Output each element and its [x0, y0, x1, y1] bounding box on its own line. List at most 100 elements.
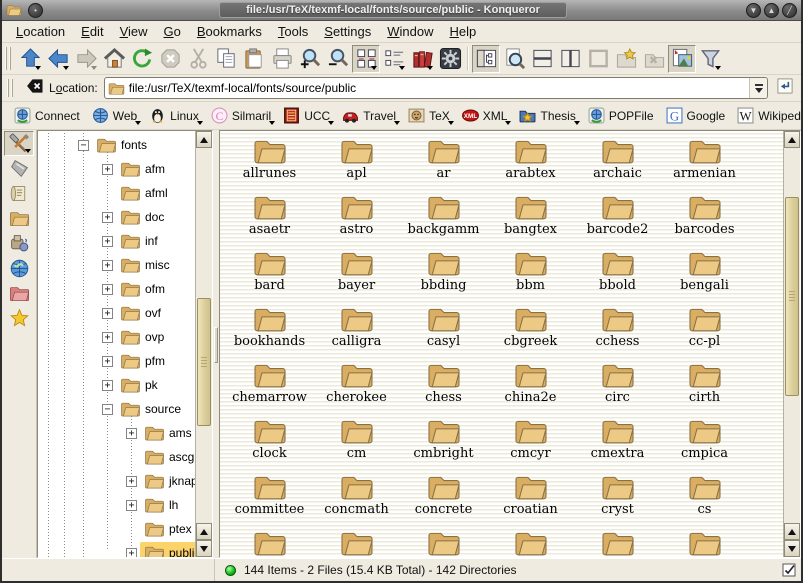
main-scroll-up2-button[interactable]: [784, 523, 800, 540]
close-button[interactable]: ╱: [782, 3, 797, 18]
bookmark-item-popfile[interactable]: POPFile: [582, 104, 660, 127]
folder-item-partial[interactable]: [661, 527, 748, 557]
folder-item-bengali[interactable]: bengali: [661, 247, 748, 303]
tree-item-inf[interactable]: +inf: [38, 229, 195, 253]
folder-item-partial[interactable]: [574, 527, 661, 557]
tree-label-row[interactable]: ofm: [116, 278, 169, 300]
locationbar-grip[interactable]: [7, 79, 15, 97]
icon-view-button[interactable]: [352, 45, 380, 73]
tree-label-row[interactable]: ptex: [140, 518, 195, 540]
tree-label-row[interactable]: ovf: [116, 302, 165, 324]
menu-tools[interactable]: Tools: [270, 22, 316, 41]
tree-expander-expand[interactable]: +: [102, 356, 113, 367]
tree-label-row[interactable]: public: [140, 542, 195, 557]
minimize-button[interactable]: ▼: [746, 3, 761, 18]
folder-item-partial[interactable]: [313, 527, 400, 557]
folder-item-cm[interactable]: cm: [313, 415, 400, 471]
main-scroll-thumb[interactable]: [785, 197, 799, 396]
folder-item-partial[interactable]: [400, 527, 487, 557]
single-view-button[interactable]: [584, 45, 612, 73]
up-arrow-button[interactable]: [16, 45, 44, 73]
zoom-in-button[interactable]: [296, 45, 324, 73]
folder-item-cirth[interactable]: cirth: [661, 359, 748, 415]
tree-expander-expand[interactable]: +: [102, 332, 113, 343]
tree-expander-collapse[interactable]: −: [78, 140, 89, 151]
bookmark-item-travel[interactable]: Travel: [336, 104, 402, 127]
tree-label-row[interactable]: jknappen: [140, 470, 195, 492]
bookmark-item-thesis[interactable]: Thesis: [513, 104, 581, 127]
tree-item-misc[interactable]: +misc: [38, 253, 195, 277]
tree-expander-collapse[interactable]: −: [102, 404, 113, 415]
find-file-button[interactable]: [500, 45, 528, 73]
reload-button[interactable]: [128, 45, 156, 73]
bookmark-item-silmaril[interactable]: CSilmaril: [205, 104, 277, 127]
home-button[interactable]: [100, 45, 128, 73]
tree-expander-expand[interactable]: +: [126, 428, 137, 439]
back-arrow-button[interactable]: [44, 45, 72, 73]
folder-item-asaetr[interactable]: asaetr: [226, 191, 313, 247]
panel-splitter[interactable]: [213, 130, 219, 558]
folder-item-backgamm[interactable]: backgamm: [400, 191, 487, 247]
services-button[interactable]: [4, 231, 34, 256]
zoom-out-button[interactable]: [324, 45, 352, 73]
folder-item-chemarrow[interactable]: chemarrow: [226, 359, 313, 415]
folder-item-partial[interactable]: [226, 527, 313, 557]
paste-button[interactable]: [240, 45, 268, 73]
folder-item-astro[interactable]: astro: [313, 191, 400, 247]
folder-item-arabtex[interactable]: arabtex: [487, 135, 574, 191]
tree-label-row[interactable]: afm: [116, 158, 169, 180]
tree-item-ofm[interactable]: +ofm: [38, 277, 195, 301]
tree-item-pk[interactable]: +pk: [38, 373, 195, 397]
folder-item-clock[interactable]: clock: [226, 415, 313, 471]
folder-item-bayer[interactable]: bayer: [313, 247, 400, 303]
folder-item-bbding[interactable]: bbding: [400, 247, 487, 303]
folder-item-bookhands[interactable]: bookhands: [226, 303, 313, 359]
tree-label-row[interactable]: ovp: [116, 326, 168, 348]
folder-item-cryst[interactable]: cryst: [574, 471, 661, 527]
folder-item-bangtex[interactable]: bangtex: [487, 191, 574, 247]
tree-label-row[interactable]: pfm: [116, 350, 169, 372]
clear-location-button[interactable]: [23, 76, 47, 100]
menu-bookmarks[interactable]: Bookmarks: [189, 22, 270, 41]
tree-item-source[interactable]: −source: [38, 397, 195, 421]
tree-item-fonts[interactable]: −fonts: [38, 133, 195, 157]
titlebar[interactable]: • file:/usr/TeX/texmf-local/fonts/source…: [2, 0, 801, 21]
tree-label-row[interactable]: fonts: [92, 134, 151, 156]
tree-item-ams[interactable]: +ams: [38, 421, 195, 445]
network-globe-button[interactable]: [4, 256, 34, 281]
tree-item-ptex[interactable]: ptex: [38, 517, 195, 541]
print-button[interactable]: [268, 45, 296, 73]
bookmark-tag-button[interactable]: [4, 156, 34, 181]
main-scrollbar[interactable]: [783, 131, 800, 557]
folder-item-cchess[interactable]: cchess: [574, 303, 661, 359]
tree-expander-expand[interactable]: +: [102, 212, 113, 223]
sidebar-tree-button[interactable]: [472, 45, 500, 73]
tree-expander-expand[interactable]: +: [126, 548, 137, 557]
main-scroll-down-button[interactable]: [784, 540, 800, 557]
folder-item-calligra[interactable]: calligra: [313, 303, 400, 359]
menu-window[interactable]: Window: [379, 22, 441, 41]
tree-expander-expand[interactable]: +: [102, 308, 113, 319]
tree-scrollbar[interactable]: [195, 131, 212, 557]
bookmark-item-web[interactable]: Web: [86, 104, 143, 127]
menu-view[interactable]: View: [112, 22, 156, 41]
tree-scroll-up-button[interactable]: [196, 131, 212, 148]
tree-expander-expand[interactable]: +: [126, 500, 137, 511]
menu-go[interactable]: Go: [156, 22, 189, 41]
bookmark-item-linux[interactable]: Linux: [143, 104, 205, 127]
tree-item-ovf[interactable]: +ovf: [38, 301, 195, 325]
folder-item-apl[interactable]: apl: [313, 135, 400, 191]
folder-item-committee[interactable]: committee: [226, 471, 313, 527]
folder-item-archaic[interactable]: archaic: [574, 135, 661, 191]
folder-item-bbm[interactable]: bbm: [487, 247, 574, 303]
menu-location[interactable]: Location: [8, 22, 73, 41]
location-input[interactable]: file:/usr/TeX/texmf-local/fonts/source/p…: [129, 81, 749, 95]
tree-item-afm[interactable]: +afm: [38, 157, 195, 181]
folder-item-cherokee[interactable]: cherokee: [313, 359, 400, 415]
image-preview-button[interactable]: [668, 45, 696, 73]
tree-label-row[interactable]: afml: [116, 182, 172, 204]
tree-scroll-thumb[interactable]: [197, 298, 211, 426]
folder-item-china2e[interactable]: china2e: [487, 359, 574, 415]
tree-label-row[interactable]: source: [116, 398, 185, 420]
tree-expander-expand[interactable]: +: [102, 260, 113, 271]
